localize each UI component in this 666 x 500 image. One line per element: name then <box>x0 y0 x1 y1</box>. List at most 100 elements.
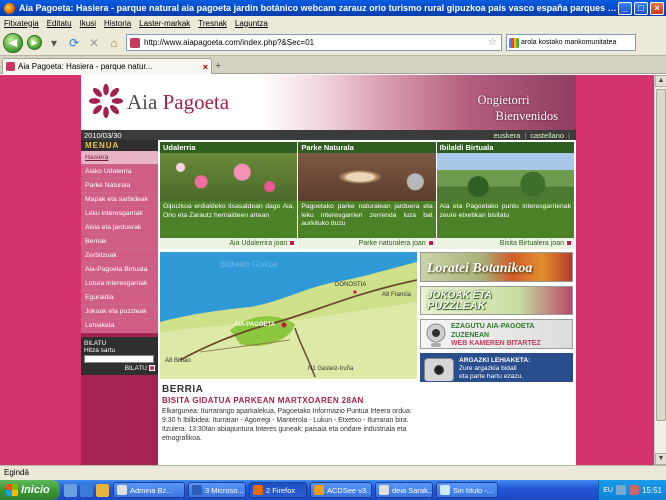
taskbar-item[interactable]: Admina Bz... <box>113 482 185 498</box>
banner-line-2: eta parte hartu ezazu. <box>459 372 524 380</box>
column-link[interactable]: Aia Udalerrira joan <box>160 238 298 249</box>
app-icon <box>117 485 127 495</box>
dropdown-arrow-icon[interactable]: ▾ <box>46 35 62 51</box>
new-tab-icon[interactable]: + <box>215 60 221 72</box>
jokoak-puzzleak-banner[interactable]: JOKOAK ETA PUZZLEAK <box>420 285 573 315</box>
start-label: Inicio <box>21 484 50 496</box>
tray-icon[interactable] <box>615 485 626 495</box>
taskbar-item[interactable]: ACDSee v3... <box>310 482 372 498</box>
menu-edit[interactable]: Editatu <box>47 19 72 28</box>
tab-favicon <box>6 62 15 71</box>
menu-history[interactable]: Historia <box>104 19 131 28</box>
vertical-scrollbar[interactable]: ▲ ▼ <box>654 75 666 465</box>
forward-icon[interactable]: ▶ <box>27 35 42 50</box>
column-title: Udalerria <box>160 142 298 153</box>
maximize-button[interactable]: □ <box>634 1 648 15</box>
task-label: 3 Microso... <box>205 485 244 495</box>
menu-tools[interactable]: Tresnak <box>198 19 227 28</box>
site-logo[interactable]: Aia Pagoeta <box>127 90 229 115</box>
arrow-square-icon <box>565 240 572 247</box>
firefox-icon <box>4 2 15 14</box>
lang-euskera[interactable]: euskera <box>494 131 521 140</box>
close-button[interactable]: × <box>650 1 664 15</box>
menu-bookmarks[interactable]: Laster-markak <box>139 19 190 28</box>
menu-view[interactable]: Ikusi <box>80 19 96 28</box>
menu-item-lehiaketa[interactable]: Lehiaketa <box>81 319 158 333</box>
banner-line-1: JOKOAK ETA <box>427 289 492 301</box>
menu-item-aisia[interactable]: Aisia eta jarduerak <box>81 221 158 235</box>
column-link[interactable]: Bisita Birtualera joan <box>436 238 574 249</box>
news-title: BERRIA <box>162 384 204 395</box>
menu-item-lotura[interactable]: Lotura interesgarriak <box>81 277 158 291</box>
flowers-image <box>160 153 298 201</box>
quick-launch <box>60 483 113 497</box>
webcam-banner[interactable]: EZAGUTU AIA-PAGOETA ZUZENEAN WEB KAMEREN… <box>420 319 573 349</box>
navigation-toolbar: ◀ ▶ ▾ ⟳ ✕ ⌂ http://www.aiapagoeta.com/in… <box>0 30 666 56</box>
menu-item-hasiera[interactable]: Hasiera <box>81 151 158 165</box>
back-icon[interactable]: ◀ <box>3 32 23 53</box>
menu-help[interactable]: Laguntza <box>235 19 268 28</box>
tab-aia-pagoeta[interactable]: Aia Pagoeta: Hasiera - parque natur... × <box>2 58 212 74</box>
taskbar-item[interactable]: 3 Microso... <box>188 482 246 498</box>
search-label: BILATU <box>84 340 107 347</box>
menu-item-udalerria[interactable]: Aiako Udalerria <box>81 165 158 179</box>
location-map[interactable]: Bizkaiko Golkoa DONOSTIA AIA-PAGOETA A8 … <box>160 252 417 379</box>
feature-columns: Udalerria Gipuzkoa erdialdeko itsasaldea… <box>160 142 574 249</box>
desktop-icon[interactable] <box>64 483 77 497</box>
window-title-bar: Aia Pagoeta: Hasiera - parque natural ai… <box>0 0 666 16</box>
camera-icon <box>424 357 454 382</box>
column-text: Aia eta Pagoetako puntu interesgarrienak… <box>436 201 574 237</box>
ie-icon[interactable] <box>80 483 93 497</box>
stop-icon[interactable]: ✕ <box>86 35 102 51</box>
acdsee-icon <box>314 485 324 495</box>
home-icon[interactable]: ⌂ <box>106 35 122 51</box>
menu-item-eguraldia[interactable]: Eguraldia <box>81 291 158 305</box>
menu-item-birtuala[interactable]: Aia-Pagoeta Birtuala <box>81 263 158 277</box>
taskbar-item[interactable]: Sin título -... <box>436 482 498 498</box>
media-icon[interactable] <box>96 483 109 497</box>
argazki-lehiaketa-banner[interactable]: ARGAZKI LEHIAKETA: Zure argazkia bidali … <box>420 352 573 382</box>
url-bar[interactable]: http://www.aiapagoeta.com/index.php?&Sec… <box>126 34 502 51</box>
reload-icon[interactable]: ⟳ <box>66 35 82 51</box>
site-container: Aia Pagoeta Ongietorri Bienvenidos 2010/… <box>81 75 576 465</box>
site-search-input[interactable] <box>84 355 154 363</box>
menu-item-jokoak[interactable]: Jokoak eta puzzleak <box>81 305 158 319</box>
scroll-up-icon[interactable]: ▲ <box>655 75 666 87</box>
menu-item-leku[interactable]: Leku interesgarriak <box>81 207 158 221</box>
scroll-thumb[interactable] <box>656 89 666 421</box>
taskbar-item[interactable]: 2 Firefox <box>249 482 307 498</box>
word-icon <box>192 485 202 495</box>
banner-line-3: WEB KAMEREN BITARTEZ <box>451 340 541 347</box>
menu-item-parke[interactable]: Parke Naturala <box>81 179 158 193</box>
menu-item-zerbitzuak[interactable]: Zerbitzuak <box>81 249 158 263</box>
loratei-botanikoa-banner[interactable]: Loratei Botanikoa <box>420 252 573 282</box>
page-viewport: Aia Pagoeta Ongietorri Bienvenidos 2010/… <box>0 75 654 465</box>
search-bar[interactable]: arola kostako mankomunitatea <box>506 34 636 51</box>
lang-castellano[interactable]: castellano <box>530 131 564 140</box>
language-indicator[interactable]: EU <box>603 487 613 494</box>
news-subtitle[interactable]: BISITA GIDATUA PARKEAN MARTXOAREN 28AN <box>160 395 417 407</box>
banner-line-1: Zure argazkia bidali <box>459 364 517 372</box>
search-button-label: BILATU <box>124 365 147 372</box>
date-bar: 2010/03/30 euskera | castellano | <box>81 130 576 140</box>
tab-close-icon[interactable]: × <box>203 62 208 72</box>
site-search-button[interactable]: BILATU <box>84 365 155 372</box>
menu-file[interactable]: Fitxategia <box>4 19 39 28</box>
minimize-button[interactable]: _ <box>618 1 632 15</box>
butterfly-image <box>298 153 436 201</box>
search-value[interactable]: arola kostako mankomunitatea <box>521 39 616 46</box>
arrow-square-icon <box>289 240 296 247</box>
clock[interactable]: 15:51 <box>642 486 662 495</box>
column-link[interactable]: Parke naturalera joan <box>298 238 436 249</box>
scroll-down-icon[interactable]: ▼ <box>655 453 666 465</box>
google-icon <box>509 37 519 48</box>
menu-item-berriak[interactable]: Berriak <box>81 235 158 249</box>
menu-item-mapak[interactable]: Mapak eta sarbideak <box>81 193 158 207</box>
banner-line-1: EZAGUTU AIA-PAGOETA <box>451 323 535 330</box>
url-text[interactable]: http://www.aiapagoeta.com/index.php?&Sec… <box>144 38 484 47</box>
system-tray: EU 15:51 <box>598 480 666 500</box>
bookmark-star-icon[interactable]: ☆ <box>488 37 497 48</box>
taskbar-item[interactable]: deia Sarak... <box>375 482 433 498</box>
start-button[interactable]: Inicio <box>0 480 60 500</box>
tray-icon[interactable] <box>628 485 639 495</box>
